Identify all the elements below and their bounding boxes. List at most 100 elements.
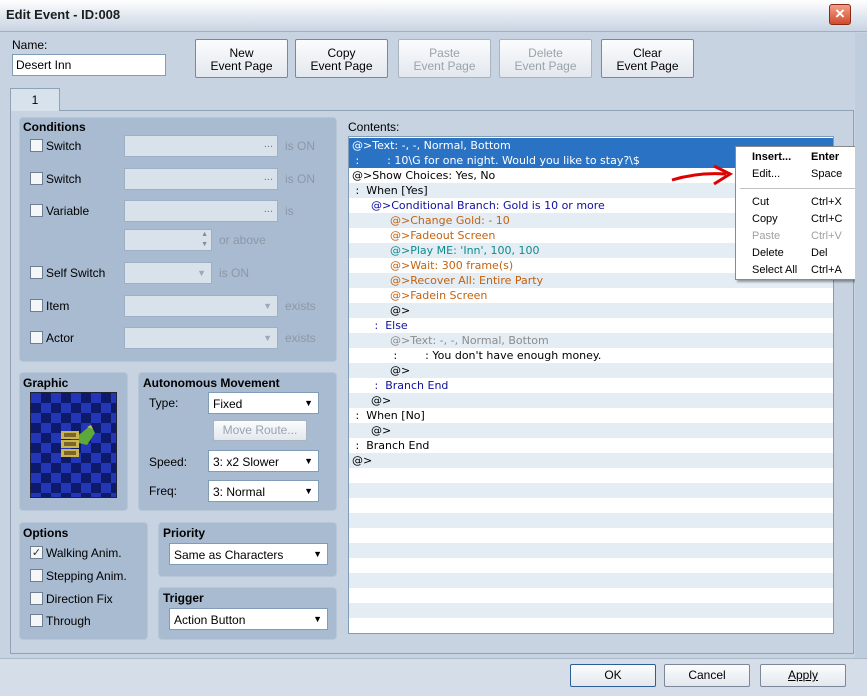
freq-value: 3: Normal — [213, 485, 266, 499]
command-text: : When [No] — [352, 409, 425, 422]
menu-item-shortcut: Ctrl+C — [811, 213, 843, 225]
menu-item-edit[interactable]: Edit... Space — [736, 166, 862, 182]
command-text: @>Play ME: 'Inn', 100, 100 — [390, 244, 540, 257]
switch2-field[interactable]: ... — [124, 168, 278, 190]
item-checkbox[interactable] — [30, 299, 43, 312]
empty-row[interactable] — [349, 603, 833, 618]
cancel-button[interactable]: Cancel — [664, 664, 750, 687]
right-edge-strip — [855, 33, 867, 658]
menu-separator — [740, 188, 858, 189]
empty-row[interactable] — [349, 543, 833, 558]
menu-item-shortcut: Enter — [811, 151, 840, 163]
close-button[interactable]: × — [829, 4, 851, 25]
walking-anim-checkbox[interactable]: ✓ — [30, 546, 43, 559]
command-row[interactable]: @>Fadein Screen — [349, 288, 833, 303]
menu-item-paste[interactable]: Paste Ctrl+V — [736, 228, 862, 244]
switch2-label: Switch — [46, 172, 82, 186]
red-arrow-annotation — [671, 164, 734, 186]
switch1-field[interactable]: ... — [124, 135, 278, 157]
command-text: @> — [371, 424, 392, 437]
command-text: @> — [352, 454, 373, 467]
freq-dropdown-arrow-icon: ▼ — [304, 486, 313, 496]
priority-dropdown[interactable]: Same as Characters ▼ — [169, 543, 328, 565]
direction-fix-checkbox[interactable] — [30, 592, 43, 605]
item-dropdown[interactable]: ▼ — [124, 295, 278, 317]
menu-item-shortcut: Ctrl+V — [811, 230, 842, 242]
command-row[interactable]: @> — [349, 363, 833, 378]
menu-item-label: Edit... — [752, 168, 781, 180]
menu-item-copy[interactable]: Copy Ctrl+C — [736, 211, 862, 227]
paste-event-page-button[interactable]: Paste Event Page — [398, 39, 491, 78]
self-switch-suffix: is ON — [219, 266, 249, 280]
menu-item-selectall[interactable]: Select All Ctrl+A — [736, 262, 862, 278]
empty-row[interactable] — [349, 513, 833, 528]
variable-value-spinner[interactable]: ▲ ▼ — [124, 229, 212, 251]
copy-event-page-button[interactable]: Copy Event Page — [295, 39, 388, 78]
command-row[interactable]: @> — [349, 393, 833, 408]
variable-checkbox[interactable] — [30, 204, 43, 217]
priority-dropdown-arrow-icon: ▼ — [313, 549, 322, 559]
apply-button[interactable]: Apply — [760, 664, 846, 687]
command-text: @>Text: -, -, Normal, Bottom — [390, 334, 549, 347]
variable-browse-dots: ... — [263, 203, 273, 215]
speed-label: Speed: — [149, 455, 188, 469]
variable-label: Variable — [46, 204, 90, 218]
name-input[interactable]: Desert Inn — [12, 54, 166, 76]
menu-item-cut[interactable]: Cut Ctrl+X — [736, 194, 862, 210]
empty-row[interactable] — [349, 618, 833, 633]
empty-row[interactable] — [349, 468, 833, 483]
command-row[interactable]: @>Text: -, -, Normal, Bottom — [349, 333, 833, 348]
speed-dropdown[interactable]: 3: x2 Slower ▼ — [208, 450, 319, 472]
empty-row[interactable] — [349, 588, 833, 603]
empty-row[interactable] — [349, 573, 833, 588]
command-row[interactable]: : Branch End — [349, 378, 833, 393]
move-route-button[interactable]: Move Route... — [213, 420, 307, 441]
new-event-page-label-2: Event Page — [210, 59, 273, 73]
self-switch-dropdown[interactable]: ▼ — [124, 262, 212, 284]
character-sprite-image — [31, 393, 116, 497]
switch1-suffix: is ON — [285, 139, 315, 153]
ok-button[interactable]: OK — [570, 664, 656, 687]
clear-event-page-button[interactable]: Clear Event Page — [601, 39, 694, 78]
menu-item-insert[interactable]: Insert... Enter — [736, 149, 862, 165]
switch1-checkbox[interactable] — [30, 139, 43, 152]
type-dropdown[interactable]: Fixed ▼ — [208, 392, 319, 414]
command-row[interactable]: @> — [349, 303, 833, 318]
actor-suffix: exists — [285, 331, 316, 345]
trigger-dropdown[interactable]: Action Button ▼ — [169, 608, 328, 630]
actor-checkbox[interactable] — [30, 331, 43, 344]
stepping-anim-checkbox[interactable] — [30, 569, 43, 582]
command-row[interactable]: : When [No] — [349, 408, 833, 423]
command-text: : : 10\G for one night. Would you like t… — [352, 154, 640, 167]
variable-field[interactable]: ... — [124, 200, 278, 222]
menu-item-label: Copy — [752, 213, 778, 225]
delete-event-page-button[interactable]: Delete Event Page — [499, 39, 592, 78]
context-menu: Insert... Enter Edit... Space Cut Ctrl+X Copy C… — [735, 146, 863, 280]
menu-item-shortcut: Del — [811, 247, 828, 259]
freq-dropdown[interactable]: 3: Normal ▼ — [208, 480, 319, 502]
empty-row[interactable] — [349, 558, 833, 573]
type-dropdown-arrow-icon: ▼ — [304, 398, 313, 408]
command-row[interactable]: : Else — [349, 318, 833, 333]
spinner-arrows-icon[interactable]: ▲ ▼ — [201, 230, 208, 250]
empty-row[interactable] — [349, 483, 833, 498]
command-row[interactable]: : : You don't have enough money. — [349, 348, 833, 363]
command-row[interactable]: : Branch End — [349, 438, 833, 453]
through-checkbox[interactable] — [30, 614, 43, 627]
self-switch-label: Self Switch — [46, 266, 106, 280]
empty-row[interactable] — [349, 528, 833, 543]
menu-item-delete[interactable]: Delete Del — [736, 245, 862, 261]
priority-value: Same as Characters — [174, 548, 284, 562]
command-row[interactable]: @> — [349, 423, 833, 438]
menu-item-label: Paste — [752, 230, 781, 242]
new-event-page-button[interactable]: New Event Page — [195, 39, 288, 78]
menu-item-shortcut: Space — [811, 168, 843, 180]
self-switch-checkbox[interactable] — [30, 266, 43, 279]
tab-page-1[interactable]: 1 — [10, 88, 60, 111]
graphic-preview[interactable] — [30, 392, 117, 498]
actor-dropdown[interactable]: ▼ — [124, 327, 278, 349]
switch2-checkbox[interactable] — [30, 172, 43, 185]
command-row[interactable]: @> — [349, 453, 833, 468]
empty-row[interactable] — [349, 498, 833, 513]
window-title: Edit Event - ID:008 — [6, 7, 121, 22]
